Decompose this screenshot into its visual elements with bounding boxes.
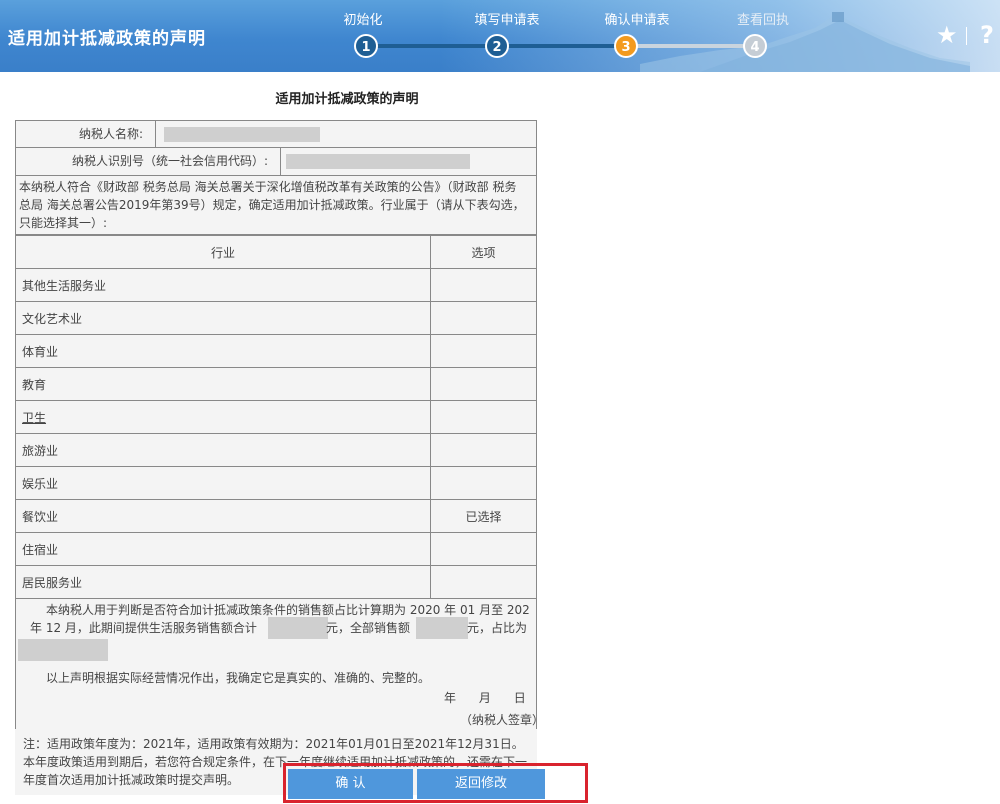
step-2-label: 填写申请表	[474, 13, 540, 28]
table-row[interactable]: 餐饮业 已选择	[15, 499, 537, 533]
note-line-1: 注：适用政策年度为：2021年，适用政策有效期为：2021年01月01日至202…	[23, 737, 524, 751]
signature-label: （纳税人签章）	[460, 713, 545, 727]
step-2-marker: 2	[485, 34, 509, 58]
industry-name: 体育业	[15, 334, 431, 368]
industry-option[interactable]	[430, 400, 537, 434]
industry-name: 餐饮业	[15, 499, 431, 533]
header-divider	[966, 27, 967, 45]
step-3-marker: 3	[614, 34, 638, 58]
table-row[interactable]: 其他生活服务业	[15, 268, 537, 302]
industry-option[interactable]	[430, 301, 537, 335]
statement-line-1: 本纳税人符合《财政部 税务总局 海关总署关于深化增值税改革有关政策的公告》（财政…	[19, 180, 517, 194]
table-row[interactable]: 体育业	[15, 334, 537, 368]
life-service-sales-redacted	[268, 617, 328, 639]
taxpayer-name-label: 纳税人名称:	[16, 121, 156, 148]
page-header: 适用加计抵减政策的声明 初始化 1 填写申请表 2 确认申请表 3 查看回执 4…	[0, 0, 1000, 72]
industry-option[interactable]	[430, 268, 537, 302]
table-row[interactable]: 娱乐业	[15, 466, 537, 500]
industry-name: 居民服务业	[15, 565, 431, 599]
step-4-marker: 4	[743, 34, 767, 58]
star-icon[interactable]: ★	[936, 22, 958, 48]
statement-line-2: 总局 海关总署公告2019年第39号）规定，确定适用加计抵减政策。行业属于（请从…	[19, 198, 525, 212]
ratio-redacted	[18, 639, 108, 661]
progress-steps: 初始化 1 填写申请表 2 确认申请表 3 查看回执 4	[318, 0, 808, 72]
table-row[interactable]: 卫生	[15, 400, 537, 434]
table-row[interactable]: 文化艺术业	[15, 301, 537, 335]
declaration-text: 以上声明根据实际经营情况作出，我确定它是真实的、准确的、完整的。	[46, 671, 431, 685]
page-title: 适用加计抵减政策的声明	[8, 29, 206, 49]
industry-name: 卫生	[15, 400, 431, 434]
form-title: 适用加计抵减政策的声明	[275, 92, 419, 107]
table-row[interactable]: 教育	[15, 367, 537, 401]
industry-table: 行业 选项 其他生活服务业 文化艺术业 体育业 教育 卫生 旅游业 娱乐业 餐饮…	[15, 235, 537, 599]
declaration-form: 纳税人名称: 纳税人识别号（统一社会信用代码）: 本纳税人符合《财政部 税务总局…	[15, 120, 544, 795]
taxpayer-id-row: 纳税人识别号（统一社会信用代码）:	[15, 148, 537, 176]
taxpayer-name-value-redacted	[164, 127, 320, 142]
taxpayer-id-label: 纳税人识别号（统一社会信用代码）:	[16, 148, 281, 175]
industry-option[interactable]	[430, 466, 537, 500]
option-column-header: 选项	[430, 235, 537, 269]
table-row[interactable]: 居民服务业	[15, 565, 537, 599]
industry-name: 娱乐业	[15, 466, 431, 500]
industry-option[interactable]	[430, 565, 537, 599]
industry-option[interactable]	[430, 334, 537, 368]
step-3-label: 确认申请表	[604, 13, 670, 28]
period-line-2-b: 元，全部销售额	[326, 621, 411, 635]
confirm-button[interactable]: 确 认	[288, 769, 413, 799]
taxpayer-id-value-redacted	[286, 154, 470, 169]
industry-option[interactable]	[430, 532, 537, 566]
step-1-label: 初始化	[343, 13, 383, 28]
industry-name: 旅游业	[15, 433, 431, 467]
table-row[interactable]: 旅游业	[15, 433, 537, 467]
period-line-2-c: 元，占比为	[467, 621, 528, 635]
total-sales-redacted	[416, 617, 468, 639]
industry-column-header: 行业	[15, 235, 431, 269]
date-line: 年 月 日	[444, 691, 526, 705]
table-row[interactable]: 住宿业	[15, 532, 537, 566]
step-1-marker: 1	[354, 34, 378, 58]
industry-option[interactable]	[430, 367, 537, 401]
industry-option[interactable]	[430, 433, 537, 467]
back-edit-button[interactable]: 返回修改	[417, 769, 545, 799]
industry-name: 教育	[15, 367, 431, 401]
step-connector-todo	[626, 44, 756, 48]
industry-name: 住宿业	[15, 532, 431, 566]
taxpayer-name-row: 纳税人名称:	[15, 120, 537, 148]
industry-name: 其他生活服务业	[15, 268, 431, 302]
step-4-label: 查看回执	[736, 13, 789, 28]
help-icon[interactable]: ?	[980, 22, 994, 48]
signature-row: （纳税人签章）	[15, 711, 544, 729]
period-line-2-a: 年 12 月，此期间提供生活服务销售额合计	[30, 621, 257, 635]
sales-period-section: 本纳税人用于判断是否符合加计抵减政策条件的销售额占比计算期为 2020 年 01…	[15, 599, 537, 711]
industry-name: 文化艺术业	[15, 301, 431, 335]
statement-row: 本纳税人符合《财政部 税务总局 海关总署关于深化增值税改革有关政策的公告》（财政…	[15, 176, 537, 235]
statement-line-3: 只能选择其一）:	[19, 216, 108, 230]
industry-option-selected[interactable]: 已选择	[430, 499, 537, 533]
